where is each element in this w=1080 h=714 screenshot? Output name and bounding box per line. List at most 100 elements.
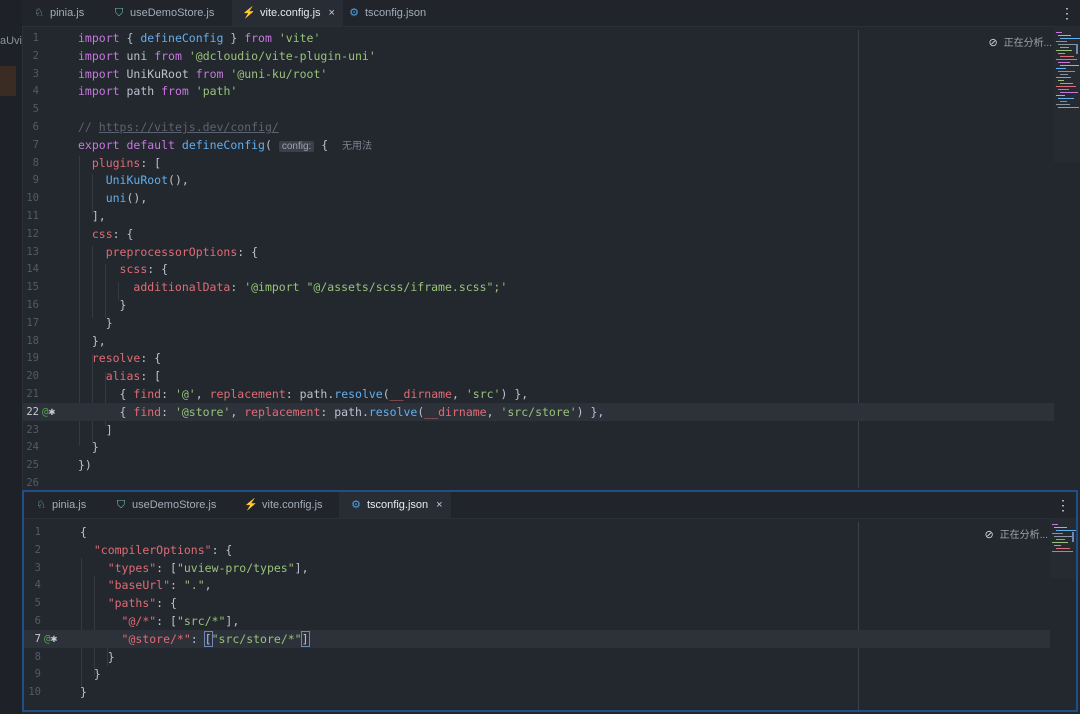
line-number: 6 <box>34 615 41 627</box>
minimap-line <box>1058 89 1069 90</box>
tab-tsconfig-json[interactable]: ⚙ tsconfig.json × <box>339 492 451 518</box>
code-line[interactable]: 10} <box>24 683 1076 701</box>
editor-pane-bottom[interactable]: ♘ pinia.js ⛉ useDemoStore.js ⚡ vite.config.js… <box>22 490 1078 712</box>
close-icon[interactable]: × <box>329 7 335 19</box>
gutter-marker: ✱ <box>50 631 58 645</box>
code-text: UniKuRoot(), <box>105 173 189 188</box>
tab-vite-config-js[interactable]: ⚡ vite.config.js <box>234 492 331 518</box>
line-number: 4 <box>32 85 39 98</box>
code-line[interactable]: 4 import path from 'path' <box>22 82 1080 100</box>
tab-label: tsconfig.json <box>367 499 429 511</box>
tab-tsconfig-json[interactable]: ⚙ tsconfig.json <box>337 0 434 26</box>
code-line[interactable]: 13 preprocessorOptions: { <box>22 243 1080 261</box>
code-line[interactable]: 17 } <box>22 314 1080 332</box>
code-line[interactable]: 9 } <box>24 665 1076 683</box>
code-line[interactable]: 24 } <box>22 438 1080 456</box>
code-line[interactable]: 9 UniKuRoot(), <box>22 171 1080 189</box>
code-line[interactable]: 7 export default defineConfig( config: { … <box>22 136 1080 154</box>
code-line[interactable]: 3 "types": ["uview-pro/types"], <box>24 559 1076 577</box>
code-text: plugins: [ <box>91 155 162 170</box>
minimap-line <box>1058 98 1074 99</box>
code-line[interactable]: 1{ <box>24 523 1076 541</box>
code-line[interactable]: 18 }, <box>22 332 1080 350</box>
tab-usedemostore-js[interactable]: ⛉ useDemoStore.js <box>104 492 224 518</box>
line-number: 24 <box>26 441 39 454</box>
more-actions-icon[interactable]: ⋮ <box>1056 492 1070 518</box>
code-line[interactable]: 16 } <box>22 296 1080 314</box>
code-line[interactable]: 2 "compilerOptions": { <box>24 541 1076 559</box>
code-line[interactable]: 22 @✱ { find: '@store', replacement: path… <box>22 402 1054 421</box>
analysis-status: ⊘ 正在分析... <box>988 34 1052 49</box>
code-line[interactable]: 12 css: { <box>22 225 1080 243</box>
code-text: } <box>78 315 113 330</box>
status-text: 正在分析... <box>1003 38 1052 49</box>
close-icon[interactable]: × <box>436 499 442 511</box>
code-line[interactable]: 8 } <box>24 648 1076 666</box>
code-text: } <box>78 440 99 455</box>
line-number: 5 <box>34 597 41 610</box>
line-number: 11 <box>26 210 39 222</box>
code-line[interactable]: 7 @✱ "@store/*": ["src/store/*"] <box>24 629 1050 648</box>
minimap[interactable] <box>1050 518 1076 578</box>
code-line[interactable]: 14 scss: { <box>22 260 1080 278</box>
line-number: 15 <box>26 281 39 294</box>
line-number: 19 <box>26 352 39 365</box>
tab-bar: ♘ pinia.js ⛉ useDemoStore.js ⚡ vite.config.js… <box>22 0 1080 27</box>
code-line[interactable]: 11 ], <box>22 207 1080 225</box>
pinia-icon: ♘ <box>36 499 46 511</box>
minimap-line <box>1056 50 1072 51</box>
eye-off-icon[interactable]: ⊘ <box>984 529 993 541</box>
line-number: 25 <box>26 459 39 472</box>
code-line[interactable]: 6 "@/*": ["src/*"], <box>24 612 1076 630</box>
code-text: import UniKuRoot from '@uni-ku/root' <box>78 66 328 81</box>
code-line[interactable]: 5 "paths": { <box>24 594 1076 612</box>
code-line[interactable]: 23 ] <box>22 421 1080 439</box>
minimap-line <box>1060 92 1078 93</box>
minimap-line <box>1056 548 1070 549</box>
minimap-line <box>1060 47 1069 48</box>
code-line[interactable]: 10 uni(), <box>22 189 1080 207</box>
tab-usedemostore-js[interactable]: ⛉ useDemoStore.js <box>102 0 222 26</box>
code-line[interactable]: 15 additionalData: '@import "@/assets/sc… <box>22 278 1080 296</box>
tab-pinia-js[interactable]: ♘ pinia.js <box>24 492 94 518</box>
code-area[interactable]: 1{2 "compilerOptions": {3 "types": ["uvi… <box>24 518 1076 710</box>
code-text: } <box>80 667 101 682</box>
code-line[interactable]: 25}) <box>22 456 1080 474</box>
code-line[interactable]: 1 import { defineConfig } from 'vite' <box>22 29 1080 47</box>
code-line[interactable]: 5 <box>22 100 1080 118</box>
code-line[interactable]: 3 import UniKuRoot from '@uni-ku/root' <box>22 65 1080 83</box>
code-text: { find: '@store', replacement: path.reso… <box>78 404 605 419</box>
code-line[interactable]: 20 alias: [ <box>22 367 1080 385</box>
vue-icon: ⛉ <box>116 499 126 511</box>
code-line[interactable]: 19 resolve: { <box>22 349 1080 367</box>
git-change-icon[interactable]: @✱ <box>42 403 55 421</box>
pinia-icon: ♘ <box>34 7 44 19</box>
minimap-line <box>1056 68 1066 69</box>
line-number: 12 <box>26 227 39 240</box>
minimap-line <box>1056 539 1065 540</box>
minimap-line <box>1052 542 1068 543</box>
editor-pane-top[interactable]: ♘ pinia.js ⛉ useDemoStore.js ⚡ vite.config.js… <box>22 0 1080 489</box>
minimap[interactable] <box>1054 26 1080 162</box>
side-panel-fragment: aUvi <box>0 35 23 47</box>
line-number: 9 <box>34 668 41 681</box>
tab-pinia-js[interactable]: ♘ pinia.js <box>22 0 92 26</box>
code-line[interactable]: 4 "baseUrl": ".", <box>24 576 1076 594</box>
side-panel-edge: aUvi <box>0 0 23 714</box>
line-number: 3 <box>34 561 41 574</box>
eye-off-icon[interactable]: ⊘ <box>988 37 997 49</box>
line-number: 6 <box>32 121 39 133</box>
line-number: 9 <box>32 174 39 187</box>
tab-label: vite.config.js <box>262 499 323 511</box>
status-text: 正在分析... <box>999 530 1048 541</box>
git-change-icon[interactable]: @✱ <box>44 630 57 648</box>
code-line[interactable]: 2 import uni from '@dcloudio/vite-plugin-… <box>22 47 1080 65</box>
more-actions-icon[interactable]: ⋮ <box>1060 0 1074 26</box>
code-area[interactable]: 1 import { defineConfig } from 'vite' 2 imp… <box>22 26 1080 489</box>
tab-vite-config-js[interactable]: ⚡ vite.config.js × <box>232 0 343 26</box>
minimap-line <box>1058 107 1079 108</box>
code-line[interactable]: 6 // https://vitejs.dev/config/ <box>22 118 1080 136</box>
code-line[interactable]: 8 plugins: [ <box>22 154 1080 172</box>
code-line[interactable]: 21 { find: '@', replacement: path.resolv… <box>22 385 1080 403</box>
line-number: 21 <box>26 388 39 400</box>
